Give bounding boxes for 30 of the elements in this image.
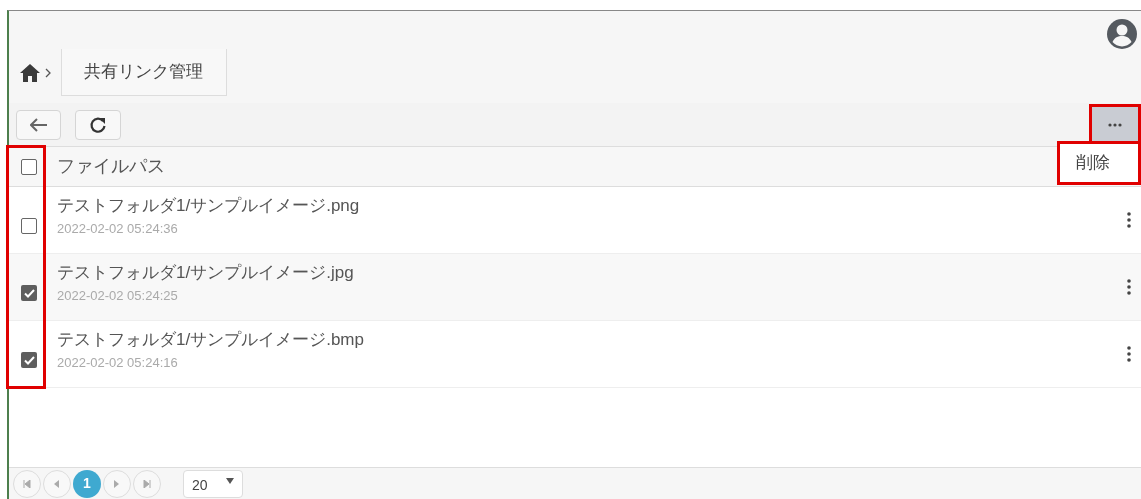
checkbox[interactable] [21, 158, 37, 175]
refresh-icon [89, 115, 107, 134]
kebab-menu-icon[interactable] [1127, 346, 1131, 362]
timestamp: 2022-02-02 05:24:36 [57, 220, 179, 238]
page-size-select[interactable]: 20 [183, 469, 243, 498]
back-arrow-icon [29, 117, 48, 132]
dropdown-caret-icon [226, 477, 234, 484]
breadcrumb-tab[interactable]: 共有リンク管理 [61, 49, 227, 96]
timestamp: 2022-02-02 05:24:16 [57, 354, 179, 372]
kebab-menu-icon[interactable] [1127, 212, 1131, 228]
next-icon [114, 479, 120, 488]
column-header[interactable]: ファイルパス [57, 153, 165, 180]
checkbox[interactable] [21, 285, 37, 301]
file-path: テストフォルダ1/サンプルイメージ.bmp [57, 329, 365, 351]
back-button[interactable] [16, 109, 61, 140]
timestamp: 2022-02-02 05:24:25 [57, 287, 179, 305]
file-path: テストフォルダ1/サンプルイメージ.png [57, 195, 361, 217]
kebab-menu-icon[interactable] [1127, 279, 1131, 295]
menu-item[interactable]: 削除 [1076, 150, 1110, 176]
ellipsis-icon [1108, 122, 1122, 127]
chevron-icon [45, 67, 51, 78]
file-path: テストフォルダ1/サンプルイメージ.jpg [57, 262, 355, 284]
last-page-icon [143, 479, 151, 488]
home-icon[interactable] [19, 62, 41, 83]
user-avatar-icon[interactable] [1107, 19, 1137, 49]
refresh-button[interactable] [75, 109, 121, 140]
checkbox[interactable] [21, 352, 37, 368]
previous-icon [54, 479, 60, 488]
checkbox[interactable] [21, 218, 37, 234]
first-page-icon [23, 479, 31, 488]
